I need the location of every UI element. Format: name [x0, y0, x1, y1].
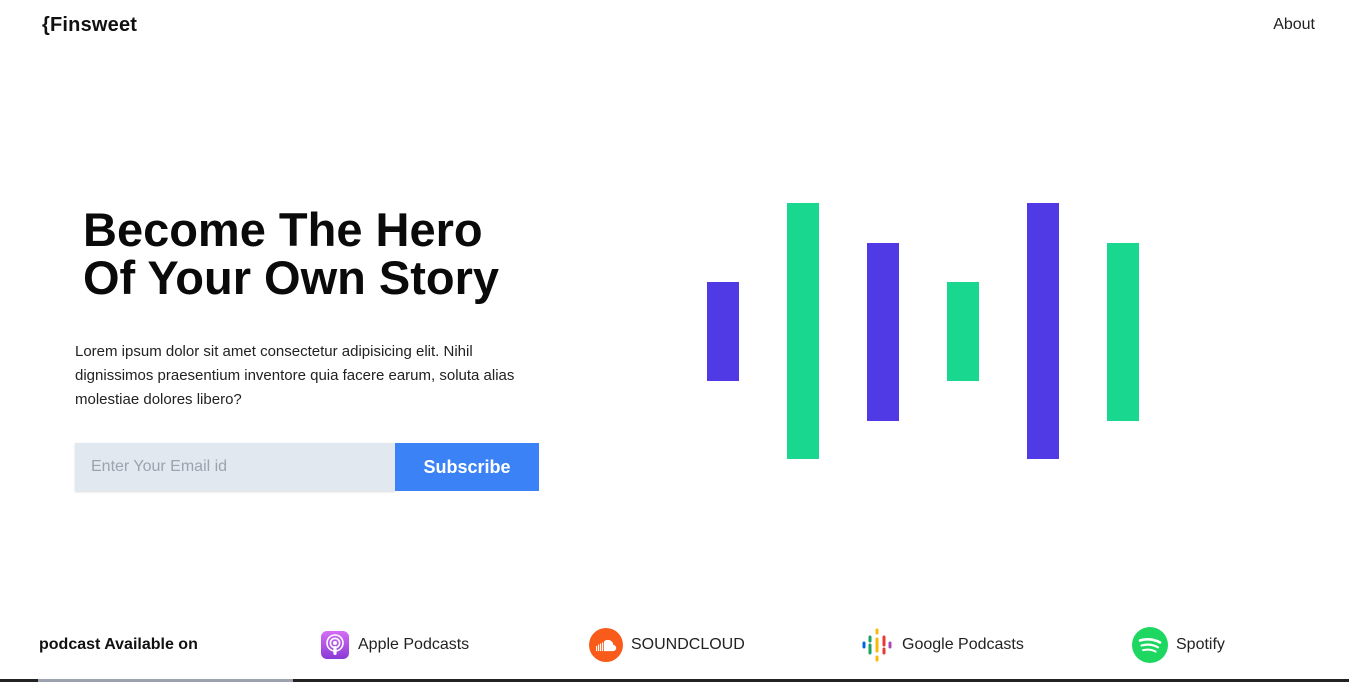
hero-title-line-2: Of Your Own Story	[83, 251, 500, 304]
google-podcasts-icon	[860, 628, 894, 662]
podcast-platforms-bar: podcast Available on Apple Podcasts SOUN…	[0, 620, 1349, 672]
available-on-label: podcast Available on	[39, 636, 198, 653]
spotify-icon	[1132, 627, 1168, 663]
wave-bar	[1107, 243, 1139, 421]
wave-bar	[787, 203, 819, 459]
hero-title: Become The Hero Of Your Own Story	[83, 206, 553, 302]
site-logo[interactable]: {Finsweet	[42, 14, 137, 37]
wave-bar	[1027, 203, 1059, 459]
subscribe-button[interactable]: Subscribe	[395, 443, 539, 491]
platform-label: Apple Podcasts	[358, 636, 470, 653]
platform-google-podcasts[interactable]: Google Podcasts	[860, 628, 1024, 662]
wave-bar	[707, 282, 739, 381]
wave-bar	[867, 243, 899, 421]
platform-label: Spotify	[1176, 636, 1225, 653]
subscribe-form: Subscribe	[75, 443, 539, 491]
email-input[interactable]	[75, 443, 395, 491]
platform-spotify[interactable]: Spotify	[1132, 627, 1225, 663]
platform-label: Google Podcasts	[902, 636, 1024, 653]
hero-title-line-1: Become The Hero	[83, 203, 483, 256]
hero-description: Lorem ipsum dolor sit amet consectetur a…	[75, 343, 515, 408]
nav-about-link[interactable]: About	[1273, 16, 1315, 34]
platform-label: SOUNDCLOUD	[631, 636, 745, 653]
apple-podcasts-icon	[320, 630, 350, 660]
platform-apple-podcasts[interactable]: Apple Podcasts	[320, 628, 469, 662]
soundcloud-icon	[589, 628, 623, 662]
wave-bar	[947, 282, 979, 381]
platform-soundcloud[interactable]: SOUNDCLOUD	[589, 628, 745, 662]
